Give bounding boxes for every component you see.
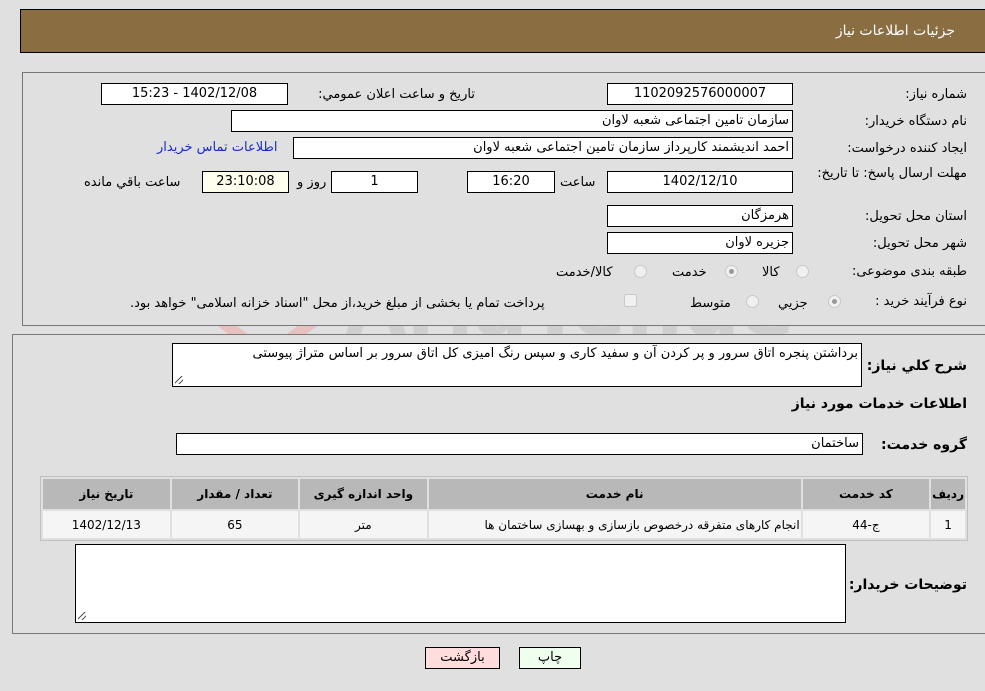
back-button[interactable]: بازگشت — [425, 647, 500, 669]
announce-datetime-field: 1402/12/08 - 15:23 — [101, 83, 288, 105]
table-header-row: رديف کد خدمت نام خدمت واحد اندازه گيری ت… — [43, 479, 965, 509]
col-quantity: تعداد / مقدار — [171, 479, 299, 509]
col-service-code: کد خدمت — [802, 479, 930, 509]
remaining-days-field: 1 — [331, 171, 418, 193]
category-radio-goods[interactable] — [796, 265, 809, 278]
col-service-name: نام خدمت — [428, 479, 801, 509]
need-number-field: 1102092576000007 — [607, 83, 793, 105]
category-radio-goods-service[interactable] — [634, 265, 647, 278]
announce-datetime-label: تاريخ و ساعت اعلان عمومي: — [318, 87, 475, 102]
page-title: جزئیات اطلاعات نیاز — [835, 23, 955, 39]
cell-service-name: انجام کارهای متفرقه درخصوص بازسازی و بهس… — [428, 511, 801, 538]
purchase-process-label: نوع فرآیند خرید : — [875, 294, 967, 309]
description-textarea[interactable]: برداشتن پنجره اتاق سرور و پر کردن آن و س… — [172, 343, 862, 387]
buyer-notes-label: توضيحات خريدار: — [848, 577, 967, 593]
category-option-goods-service: کالا/خدمت — [556, 265, 613, 280]
remaining-time-label: ساعت باقي مانده — [84, 175, 181, 190]
city-label: شهر محل تحويل: — [872, 236, 967, 251]
requester-label: ايجاد کننده درخواست: — [847, 141, 967, 156]
deadline-time-label: ساعت — [560, 175, 596, 190]
province-label: استان محل تحويل: — [865, 209, 967, 224]
description-text: برداشتن پنجره اتاق سرور و پر کردن آن و س… — [252, 346, 858, 361]
deadline-date-field: 1402/12/10 — [607, 171, 793, 193]
services-table: رديف کد خدمت نام خدمت واحد اندازه گيری ت… — [40, 476, 968, 541]
category-option-goods: کالا — [762, 265, 780, 280]
process-option-medium: متوسط — [690, 296, 731, 311]
buyer-org-label: نام دستگاه خريدار: — [864, 114, 967, 129]
buyer-contact-link[interactable]: اطلاعات تماس خريدار — [157, 140, 277, 155]
category-option-service: خدمت — [672, 265, 707, 280]
remaining-time-field: 23:10:08 — [202, 171, 289, 193]
requester-field: احمد اندیشمند کارپرداز سازمان تامین اجتم… — [293, 137, 793, 159]
col-unit: واحد اندازه گيری — [300, 479, 427, 509]
service-group-field: ساختمان — [176, 433, 863, 455]
process-radio-minor[interactable] — [828, 295, 841, 308]
province-field: هرمزگان — [607, 205, 793, 227]
cell-quantity: 65 — [171, 511, 299, 538]
process-radio-medium[interactable] — [746, 295, 759, 308]
services-section-title: اطلاعات خدمات مورد نياز — [791, 396, 967, 412]
city-field: جزیره لاوان — [607, 232, 793, 254]
category-label: طبقه بندی موضوعی: — [851, 264, 967, 279]
buyer-notes-textarea[interactable] — [75, 544, 846, 623]
resize-grip-icon[interactable] — [175, 376, 183, 384]
treasury-checkbox[interactable] — [624, 294, 637, 307]
col-row-number: رديف — [931, 479, 965, 509]
treasury-note: پرداخت تمام یا بخشی از مبلغ خرید،از محل … — [130, 296, 545, 311]
buyer-org-field: سازمان تامین اجتماعی شعبه لاوان — [231, 110, 793, 132]
col-need-date: تاريخ نياز — [43, 479, 170, 509]
print-button[interactable]: چاپ — [519, 647, 581, 669]
cell-row-number: 1 — [931, 511, 965, 538]
description-label: شرح کلي نياز: — [866, 358, 967, 374]
cell-service-code: ج-44 — [802, 511, 930, 538]
cell-unit: متر — [300, 511, 427, 538]
service-group-label: گروه خدمت: — [881, 437, 967, 453]
cell-need-date: 1402/12/13 — [43, 511, 170, 538]
days-label: روز و — [297, 175, 327, 190]
page-header: جزئیات اطلاعات نیاز — [20, 9, 985, 53]
process-option-minor: جزيي — [778, 296, 808, 311]
resize-grip-icon[interactable] — [78, 612, 86, 620]
category-radio-service[interactable] — [725, 265, 738, 278]
need-number-label: شماره نیاز: — [905, 87, 967, 102]
deadline-time-field: 16:20 — [467, 171, 555, 193]
deadline-label: مهلت ارسال پاسخ: تا تاریخ: — [817, 166, 967, 181]
table-row: 1 ج-44 انجام کارهای متفرقه درخصوص بازساز… — [43, 511, 965, 538]
